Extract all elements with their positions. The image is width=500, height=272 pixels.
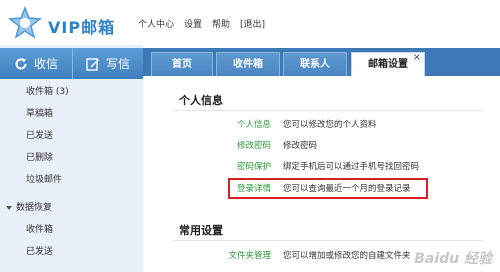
change-password-desc: 修改密码 [283, 141, 318, 151]
tab-bar: 首页 收件箱 联系人 邮箱设置 × [143, 48, 500, 76]
nav-settings[interactable]: 设置 [184, 17, 202, 30]
refresh-icon [15, 57, 27, 69]
write-label: 写信 [105, 57, 130, 71]
password-protection-desc: 绑定手机后可以通过手机号找回密码 [283, 162, 420, 172]
data-recovery-label: 数据恢复 [16, 203, 53, 213]
folder-list: 收件箱 (3) 草稿箱 已发送 已删除 垃圾邮件 数据恢复 收件箱 已发送 [0, 81, 143, 263]
compose-bar: 收信 写信 [0, 48, 143, 79]
personal-info-title: 个人信息 [179, 94, 223, 107]
top-nav: 个人中心 设置 帮助 [退出] [138, 17, 265, 30]
folder-drafts[interactable]: 草稿箱 [0, 103, 143, 125]
tab-mail-settings[interactable]: 邮箱设置 × [351, 52, 425, 76]
data-recovery-group[interactable]: 数据恢复 [0, 197, 143, 219]
logo[interactable]: VIP邮箱 [8, 6, 120, 40]
folder-management-link[interactable]: 文件夹管理 [228, 247, 271, 265]
nav-personal-center[interactable]: 个人中心 [138, 17, 174, 30]
recovery-inbox[interactable]: 收件箱 [0, 219, 143, 241]
folder-inbox[interactable]: 收件箱 (3) [0, 81, 143, 103]
watermark: Baidu 经验 [414, 251, 492, 267]
tab-mail-settings-label: 邮箱设置 [368, 59, 408, 70]
write-button[interactable]: 写信 [73, 48, 143, 79]
settings-row-profile: 个人信息 您可以修改您的个人资料 [173, 116, 483, 134]
section-divider [173, 110, 483, 111]
folder-spam[interactable]: 垃圾邮件 [0, 169, 143, 191]
close-icon[interactable]: × [413, 51, 421, 65]
settings-row-protection: 密码保护 绑定手机后可以通过手机号找回密码 [173, 158, 483, 176]
folder-deleted[interactable]: 已删除 [0, 147, 143, 169]
tab-home[interactable]: 首页 [151, 52, 213, 76]
profile-link[interactable]: 个人信息 [237, 116, 271, 134]
logo-text: VIP邮箱 [48, 18, 116, 37]
recovery-sent[interactable]: 已发送 [0, 241, 143, 263]
folder-management-desc: 您可以增加或修改您的自建文件夹 [283, 251, 411, 261]
tab-inbox[interactable]: 收件箱 [216, 52, 280, 76]
settings-row-password: 修改密码 修改密码 [173, 137, 483, 155]
sidebar: 收信 写信 收件箱 (3) 草稿箱 已发送 已删除 垃圾邮件 数据恢复 收件箱 … [0, 45, 143, 272]
chevron-down-icon [6, 205, 12, 210]
password-protection-link[interactable]: 密码保护 [237, 158, 271, 176]
edit-icon [86, 57, 99, 71]
highlight-box [228, 178, 428, 199]
nav-logout[interactable]: [退出] [240, 17, 265, 30]
common-settings-title: 常用设置 [179, 224, 223, 237]
section-divider [173, 240, 483, 241]
logo-icon [8, 6, 42, 39]
receive-button[interactable]: 收信 [0, 48, 73, 79]
receive-label: 收信 [33, 57, 58, 71]
change-password-link[interactable]: 修改密码 [237, 137, 271, 155]
folder-sent[interactable]: 已发送 [0, 125, 143, 147]
tab-contacts[interactable]: 联系人 [283, 52, 347, 76]
settings-panel: 个人信息 个人信息 您可以修改您的个人资料 修改密码 修改密码 密码保护 绑定手… [143, 76, 500, 272]
nav-help[interactable]: 帮助 [212, 17, 230, 30]
header: VIP邮箱 个人中心 设置 帮助 [退出] [0, 0, 500, 45]
profile-desc: 您可以修改您的个人资料 [283, 120, 377, 130]
